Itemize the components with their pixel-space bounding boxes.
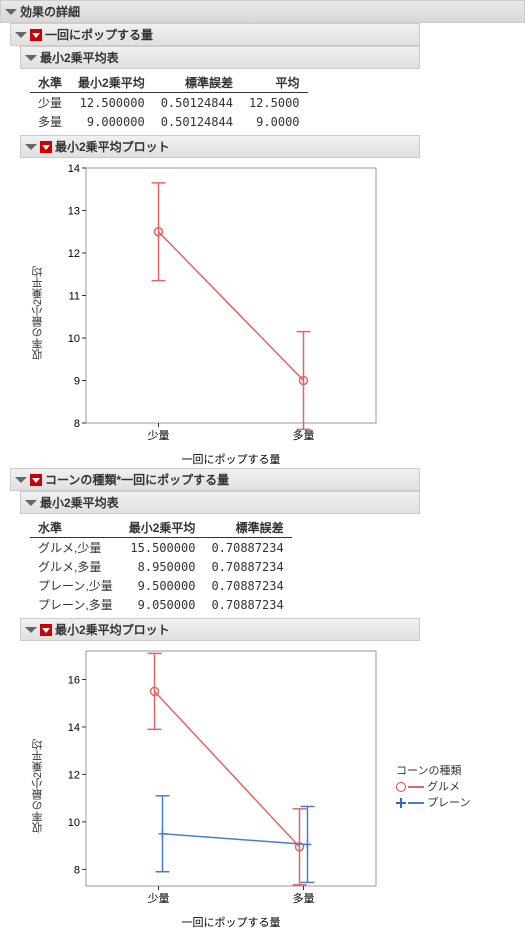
legend: コーンの種類 グルメ プレーン (396, 762, 471, 810)
svg-text:多量: 多量 (293, 891, 315, 905)
table-row: 多量 9.000000 0.50124844 9.0000 (30, 112, 308, 131)
svg-text:一回にポップする量: 一回にポップする量 (182, 453, 281, 466)
table1-header[interactable]: 最小2乗平均表 (20, 46, 420, 69)
svg-text:11: 11 (69, 291, 80, 303)
disclosure-icon[interactable] (25, 500, 37, 506)
chart-svg: 8 10 12 14 16 少量 多量一回にポップする量 (46, 641, 386, 931)
legend-item: グルメ (396, 778, 471, 794)
y-axis-label: 収率の最小2乗平均 (30, 266, 46, 360)
root-title: 効果の詳細 (20, 3, 80, 20)
section1-title: 一回にポップする量 (45, 26, 153, 43)
redmenu-icon[interactable] (40, 141, 52, 153)
line-swatch-icon (408, 802, 424, 804)
line-swatch-icon (408, 786, 424, 788)
svg-text:14: 14 (68, 722, 80, 734)
lsmeans-table-1: 水準 最小2乗平均 標準誤差 平均 少量 12.500000 0.5012484… (30, 73, 308, 131)
section2-title: コーンの種類*一回にポップする量 (45, 471, 229, 488)
plus-marker-icon (396, 798, 406, 808)
table1-title: 最小2乗平均表 (40, 49, 119, 66)
svg-text:16: 16 (68, 674, 80, 686)
table-row: グルメ,少量 15.500000 0.70887234 (30, 538, 292, 558)
table-row: プレーン,少量 9.500000 0.70887234 (30, 576, 292, 595)
disclosure-icon[interactable] (25, 627, 37, 633)
legend-item: プレーン (396, 794, 471, 810)
legend-title: コーンの種類 (396, 762, 471, 778)
circle-marker-icon (396, 782, 406, 792)
col-level: 水準 (30, 518, 121, 538)
plot2-title: 最小2乗平均プロット (55, 621, 170, 638)
svg-text:14: 14 (68, 163, 80, 175)
svg-text:10: 10 (68, 333, 80, 345)
col-mean: 平均 (241, 73, 308, 93)
table-header-row: 水準 最小2乗平均 標準誤差 平均 (30, 73, 308, 93)
plot1-header[interactable]: 最小2乗平均プロット (20, 135, 420, 158)
lsmeans-plot-1: 収率の最小2乗平均 891011121314少量多量一回にポップする量 (30, 158, 525, 468)
redmenu-icon[interactable] (30, 29, 42, 41)
col-stderr: 標準誤差 (203, 518, 291, 538)
section2-header[interactable]: コーンの種類*一回にポップする量 (10, 468, 420, 491)
col-lsmean: 最小2乗平均 (70, 73, 153, 93)
table-row: グルメ,多量 8.950000 0.70887234 (30, 557, 292, 576)
table-row: 少量 12.500000 0.50124844 12.5000 (30, 93, 308, 113)
chart-svg: 891011121314少量多量一回にポップする量 (46, 158, 386, 468)
svg-text:少量: 少量 (148, 429, 170, 442)
col-level: 水準 (30, 73, 70, 93)
lsmeans-plot-2: 収率の最小2乗平均 8 10 12 14 16 少量 多量一回にポップする量 コーンの種類 … (30, 641, 525, 931)
redmenu-icon[interactable] (40, 624, 52, 636)
disclosure-icon[interactable] (15, 32, 27, 38)
section1-header[interactable]: 一回にポップする量 (10, 23, 420, 46)
disclosure-icon[interactable] (15, 477, 27, 483)
table-header-row: 水準 最小2乗平均 標準誤差 (30, 518, 292, 538)
svg-text:少量: 少量 (148, 892, 170, 905)
disclosure-icon[interactable] (25, 144, 37, 150)
svg-text:12: 12 (68, 248, 80, 260)
disclosure-icon[interactable] (25, 55, 37, 61)
svg-text:9: 9 (74, 376, 80, 388)
col-stderr: 標準誤差 (153, 73, 241, 93)
table2-header[interactable]: 最小2乗平均表 (20, 491, 420, 514)
plot1-title: 最小2乗平均プロット (55, 138, 170, 155)
svg-text:8: 8 (74, 418, 80, 430)
svg-text:一回にポップする量: 一回にポップする量 (182, 916, 281, 929)
plot2-header[interactable]: 最小2乗平均プロット (20, 618, 420, 641)
disclosure-icon[interactable] (5, 9, 17, 15)
svg-text:13: 13 (68, 206, 80, 218)
redmenu-icon[interactable] (30, 474, 42, 486)
svg-text:8: 8 (74, 864, 80, 876)
table-row: プレーン,多量 9.050000 0.70887234 (30, 595, 292, 614)
y-axis-label: 収率の最小2乗平均 (30, 739, 46, 833)
lsmeans-table-2: 水準 最小2乗平均 標準誤差 グルメ,少量 15.500000 0.708872… (30, 518, 292, 614)
svg-text:10: 10 (68, 817, 80, 829)
col-lsmean: 最小2乗平均 (121, 518, 204, 538)
svg-text:12: 12 (68, 769, 80, 781)
root-header[interactable]: 効果の詳細 (0, 0, 525, 23)
table2-title: 最小2乗平均表 (40, 494, 119, 511)
